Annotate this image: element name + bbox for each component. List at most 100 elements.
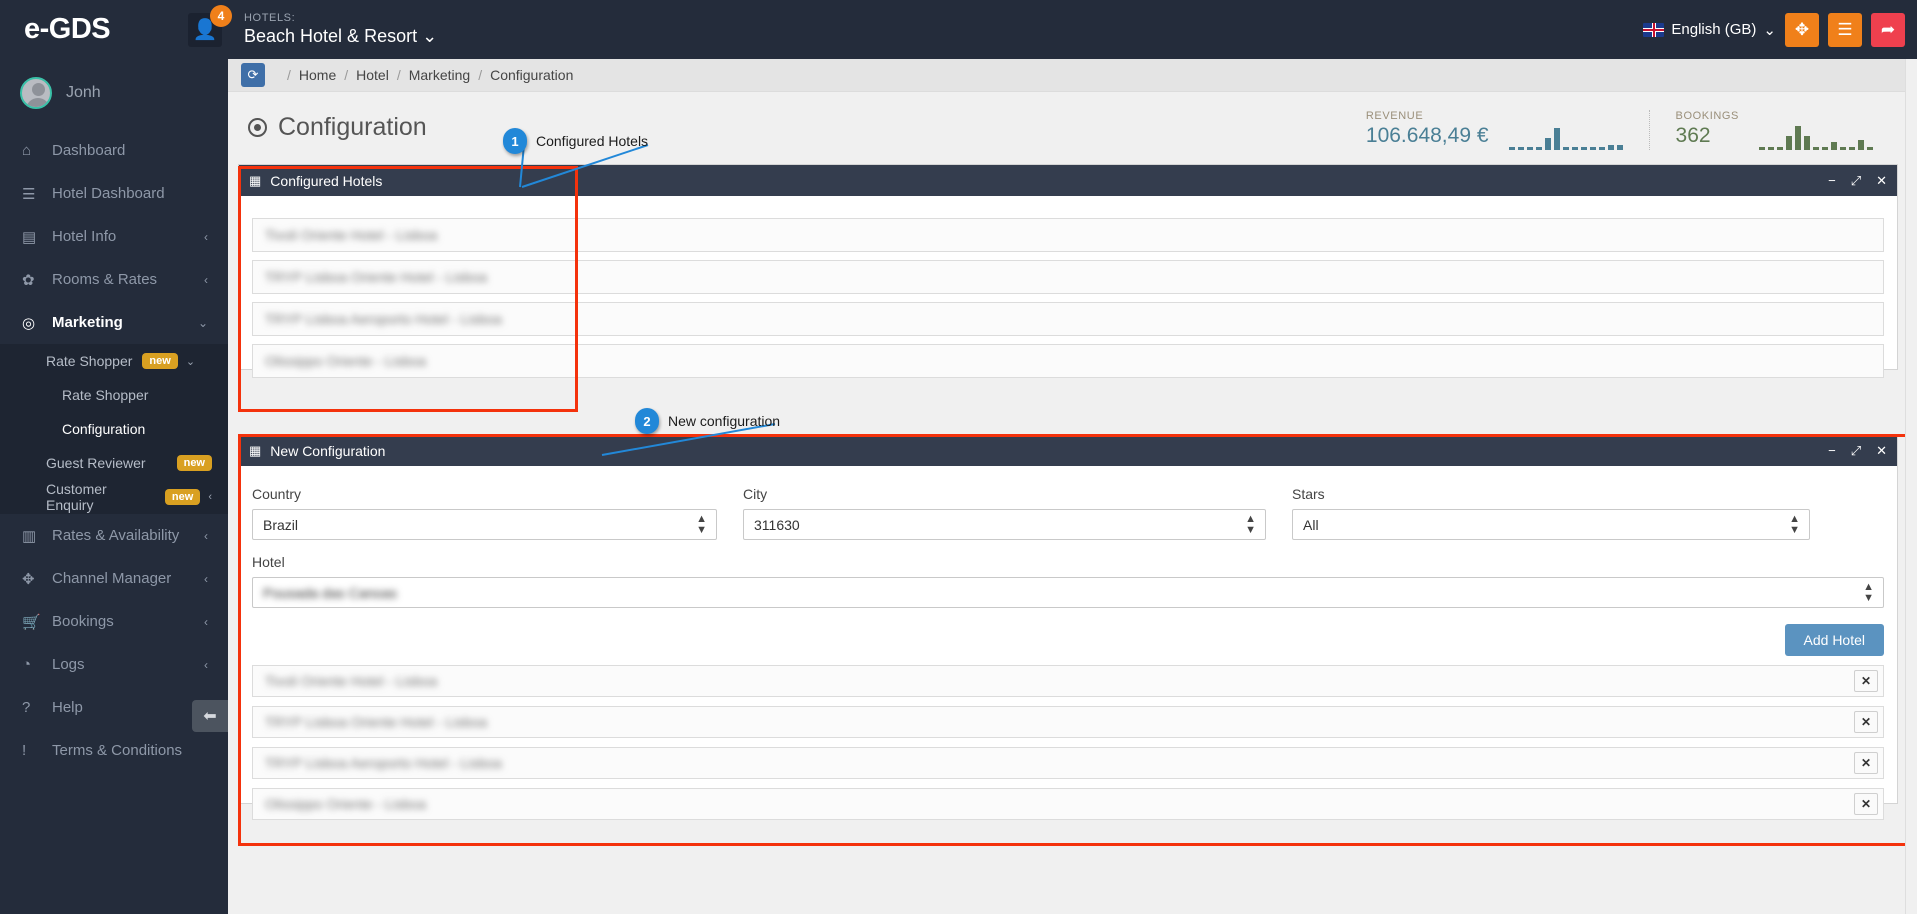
minimize-icon[interactable]: − bbox=[1828, 443, 1836, 458]
sidebar-item-dashboard[interactable]: ⌂ Dashboard bbox=[0, 129, 228, 172]
sidebar-item-rooms-rates[interactable]: ✿ Rooms & Rates ‹ bbox=[0, 258, 228, 301]
new-configuration-form: Country Brazil ▲▼ City 311630 ▲▼ Stars bbox=[239, 466, 1897, 834]
breadcrumb-item-marketing[interactable]: Marketing bbox=[409, 67, 470, 83]
page-title: Configuration bbox=[248, 113, 427, 142]
chevron-left-icon: ‹ bbox=[204, 272, 208, 287]
sparkline-bar bbox=[1840, 147, 1846, 150]
list-item[interactable]: TRYP Lisboa Oriente Hotel - Lisboa bbox=[252, 260, 1884, 294]
annotation-text: New configuration bbox=[668, 413, 781, 429]
minimize-icon[interactable]: − bbox=[1828, 173, 1836, 188]
annotation-number: 2 bbox=[635, 408, 659, 434]
sidebar-subitem-rate-shopper[interactable]: Rate Shopper new ⌄ bbox=[0, 344, 228, 378]
sidebar-subitem-label: Configuration bbox=[62, 421, 146, 437]
add-hotel-button[interactable]: Add Hotel bbox=[1784, 624, 1884, 656]
remove-hotel-button[interactable]: ✕ bbox=[1854, 793, 1878, 815]
list-item[interactable]: TRYP Lisboa Aeroporto Hotel - Lisboa bbox=[252, 302, 1884, 336]
fullscreen-icon[interactable]: ✥ bbox=[1785, 12, 1819, 47]
hotel-selector[interactable]: HOTELS: Beach Hotel & Resort ⌄ bbox=[244, 12, 437, 47]
chevron-left-icon: ‹ bbox=[208, 491, 212, 503]
country-select[interactable]: Brazil ▲ ▼ bbox=[252, 509, 717, 540]
list-item[interactable]: Olissippo Oriente - Lisboa bbox=[252, 344, 1884, 378]
expand-icon[interactable]: ⤢ bbox=[1851, 443, 1861, 459]
configured-hotels-list: Tivoli Oriente Hotel - Lisboa TRYP Lisbo… bbox=[239, 196, 1897, 394]
sparkline-bar bbox=[1562, 147, 1569, 150]
sidebar-item-channel-manager[interactable]: ✥ Channel Manager ‹ bbox=[0, 557, 228, 600]
sparkline-bar bbox=[1580, 147, 1587, 150]
sparkline-bar bbox=[1777, 147, 1783, 150]
hotel-name: TRYP Lisboa Aeroporto Hotel - Lisboa bbox=[265, 755, 502, 771]
new-configuration-panel: ▦ New Configuration − ⤢ ✕ Country Brazil… bbox=[238, 434, 1898, 820]
breadcrumb-item-configuration[interactable]: Configuration bbox=[490, 67, 573, 83]
language-selector[interactable]: English (GB) ⌄ bbox=[1643, 21, 1776, 39]
close-icon[interactable]: ✕ bbox=[1876, 443, 1887, 459]
menu-icon[interactable]: ☰ bbox=[1828, 12, 1862, 47]
stat-value: 362 bbox=[1675, 124, 1711, 147]
sidebar-subitem-label: Guest Reviewer bbox=[46, 455, 146, 471]
sidebar-subitem-configuration[interactable]: Configuration bbox=[0, 412, 228, 446]
configured-hotels-panel: ▦ Configured Hotels − ⤢ ✕ Tivoli Oriente… bbox=[238, 164, 1898, 378]
user-notifications[interactable]: 👤 4 bbox=[188, 4, 232, 47]
annotation-callout-1: 1 Configured Hotels bbox=[503, 128, 648, 154]
sidebar-subitem-guest-reviewer[interactable]: Guest Reviewer new bbox=[0, 446, 228, 480]
sidebar-item-marketing[interactable]: ◎ Marketing ⌄ bbox=[0, 301, 228, 344]
sidebar-collapse-button[interactable]: ⬅ bbox=[192, 700, 228, 732]
profile[interactable]: Jonh bbox=[0, 59, 228, 129]
form-row-top: Country Brazil ▲▼ City 311630 ▲▼ Stars bbox=[252, 486, 1884, 540]
close-icon[interactable]: ✕ bbox=[1876, 173, 1887, 189]
sparkline-bar bbox=[1849, 147, 1855, 150]
hotel-label: Hotel bbox=[252, 554, 285, 570]
configured-hotels-panel-header: ▦ Configured Hotels − ⤢ ✕ bbox=[239, 165, 1897, 196]
stars-select[interactable]: All ▲ ▼ bbox=[1292, 509, 1810, 540]
hotel-select[interactable]: Pousada das Canoas ▲ ▼ bbox=[252, 577, 1884, 608]
list-item[interactable]: Tivoli Oriente Hotel - Lisboa bbox=[252, 218, 1884, 252]
select-caret-icon: ▲ ▼ bbox=[1789, 512, 1800, 536]
hotel-name: Tivoli Oriente Hotel - Lisboa bbox=[265, 227, 438, 243]
sidebar-item-label: Rates & Availability bbox=[52, 527, 180, 544]
logout-icon[interactable]: ➦ bbox=[1871, 12, 1905, 47]
bookings-sparkline bbox=[1759, 120, 1873, 150]
uk-flag-icon bbox=[1643, 22, 1665, 37]
target-icon: ◎ bbox=[22, 314, 36, 332]
new-configuration-panel-header: ▦ New Configuration − ⤢ ✕ bbox=[239, 435, 1897, 466]
sidebar-subitem-customer-enquiry[interactable]: Customer Enquiry new ‹ bbox=[0, 480, 228, 514]
sidebar-item-rates-availability[interactable]: ▥ Rates & Availability ‹ bbox=[0, 514, 228, 557]
breadcrumb-item-home[interactable]: Home bbox=[299, 67, 336, 83]
page-scrollbar[interactable] bbox=[1905, 59, 1917, 914]
chevron-down-icon: ⌄ bbox=[185, 355, 196, 368]
sparkline-bar bbox=[1822, 147, 1828, 150]
remove-hotel-button[interactable]: ✕ bbox=[1854, 711, 1878, 733]
chevron-left-icon: ‹ bbox=[204, 571, 208, 586]
sparkline-bar bbox=[1526, 147, 1533, 150]
selected-hotels-list: Tivoli Oriente Hotel - Lisboa ✕ TRYP Lis… bbox=[252, 665, 1884, 820]
language-label: English (GB) bbox=[1671, 21, 1757, 38]
hotel-name: Olissippo Oriente - Lisboa bbox=[265, 796, 427, 812]
sparkline-bar bbox=[1544, 138, 1551, 150]
expand-icon[interactable]: ⤢ bbox=[1851, 173, 1861, 189]
remove-hotel-button[interactable]: ✕ bbox=[1854, 670, 1878, 692]
sidebar-item-label: Logs bbox=[52, 656, 85, 673]
sidebar-item-bookings[interactable]: 🛒 Bookings ‹ bbox=[0, 600, 228, 643]
annotation-number: 1 bbox=[503, 128, 527, 154]
sparkline-bar bbox=[1616, 145, 1623, 150]
sidebar-subitem-rate-shopper-child[interactable]: Rate Shopper bbox=[0, 378, 228, 412]
refresh-icon[interactable]: ⟳ bbox=[241, 63, 265, 87]
hotel-value: Pousada das Canoas bbox=[263, 584, 397, 601]
remove-hotel-button[interactable]: ✕ bbox=[1854, 752, 1878, 774]
sparkline-bar bbox=[1831, 142, 1837, 150]
sidebar-item-logs[interactable]: ◔ Logs ‹ bbox=[0, 643, 228, 686]
sidebar-item-label: Dashboard bbox=[52, 142, 126, 159]
sidebar-item-terms-conditions[interactable]: ! Terms & Conditions bbox=[0, 729, 228, 772]
chevron-down-icon: ⌄ bbox=[1763, 21, 1776, 39]
breadcrumb-item-hotel[interactable]: Hotel bbox=[356, 67, 389, 83]
stats-summary: REVENUE 106.648,49 € BOOKINGS 362 bbox=[1340, 110, 1899, 150]
city-field: City 311630 ▲ ▼ bbox=[743, 486, 1266, 540]
panel-title: Configured Hotels bbox=[270, 172, 383, 189]
list-item: TRYP Lisboa Oriente Hotel - Lisboa ✕ bbox=[252, 706, 1884, 738]
sparkline-bar bbox=[1813, 147, 1819, 150]
chevron-left-icon: ‹ bbox=[204, 528, 208, 543]
sidebar-item-hotel-dashboard[interactable]: ☰ Hotel Dashboard bbox=[0, 172, 228, 215]
sidebar-item-hotel-info[interactable]: ▤ Hotel Info ‹ bbox=[0, 215, 228, 258]
grid-icon: ▦ bbox=[249, 172, 262, 188]
city-select[interactable]: 311630 ▲ ▼ bbox=[743, 509, 1266, 540]
new-badge: new bbox=[176, 455, 212, 471]
